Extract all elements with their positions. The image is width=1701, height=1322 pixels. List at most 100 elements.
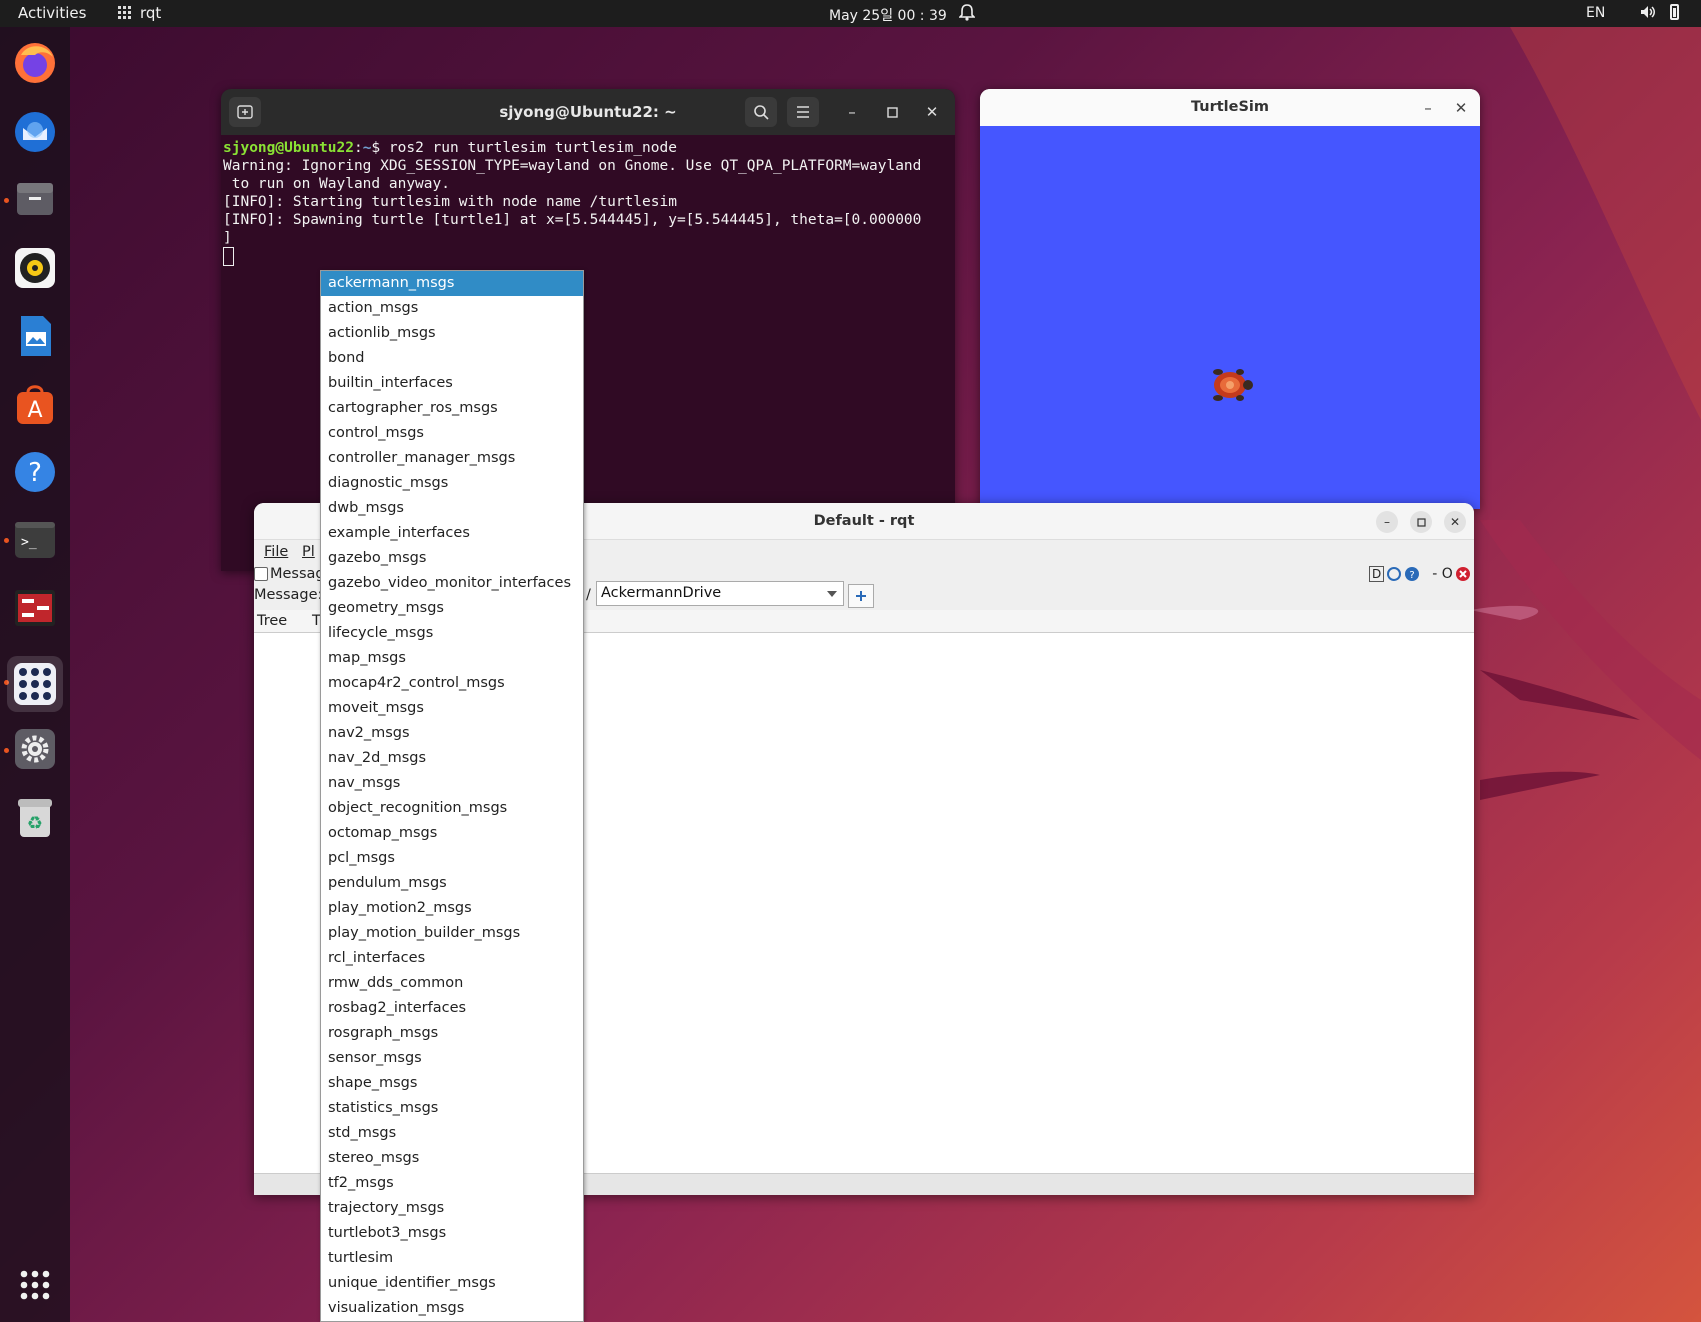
dropdown-option[interactable]: rcl_interfaces: [321, 946, 583, 971]
trash-icon[interactable]: ♻: [12, 794, 58, 840]
dropdown-option[interactable]: ackermann_msgs: [321, 271, 583, 296]
dropdown-option[interactable]: statistics_msgs: [321, 1096, 583, 1121]
dropdown-option[interactable]: diagnostic_msgs: [321, 471, 583, 496]
dropdown-option[interactable]: control_msgs: [321, 421, 583, 446]
bell-icon[interactable]: [958, 3, 976, 25]
writer-icon[interactable]: [12, 313, 58, 359]
dropdown-option[interactable]: nav2_msgs: [321, 721, 583, 746]
volume-icon[interactable]: [1639, 3, 1657, 25]
app-center-icon[interactable]: A: [12, 381, 58, 427]
dropdown-option[interactable]: action_msgs: [321, 296, 583, 321]
dropdown-option[interactable]: sensor_msgs: [321, 1046, 583, 1071]
corner-icons: D ? - O: [1369, 566, 1471, 582]
app-menu[interactable]: rqt: [118, 4, 161, 22]
maximize-button[interactable]: [881, 101, 903, 123]
dropdown-option[interactable]: stereo_msgs: [321, 1146, 583, 1171]
dropdown-option[interactable]: turtlesim: [321, 1246, 583, 1271]
files-icon[interactable]: [12, 176, 58, 222]
message-label: Message:: [254, 587, 323, 603]
battery-icon[interactable]: [1670, 4, 1679, 20]
clock[interactable]: May 25일 00 : 39: [829, 5, 947, 25]
dropdown-option[interactable]: play_motion2_msgs: [321, 896, 583, 921]
dock-mode-icon[interactable]: D: [1369, 566, 1385, 582]
minimize-button[interactable]: –: [1376, 511, 1398, 533]
svg-text:♻: ♻: [27, 813, 43, 834]
corner-dash[interactable]: - O: [1432, 566, 1453, 582]
dropdown-option[interactable]: cartographer_ros_msgs: [321, 396, 583, 421]
firefox-icon[interactable]: [12, 40, 58, 86]
dropdown-option[interactable]: std_msgs: [321, 1121, 583, 1146]
search-button[interactable]: [745, 97, 777, 127]
dropdown-option[interactable]: nav_2d_msgs: [321, 746, 583, 771]
rqt-icon[interactable]: [12, 585, 58, 631]
close-button[interactable]: ✕: [921, 101, 943, 123]
dropdown-option[interactable]: nav_msgs: [321, 771, 583, 796]
help-icon[interactable]: ?: [1404, 566, 1420, 582]
dropdown-option[interactable]: rosbag2_interfaces: [321, 996, 583, 1021]
dropdown-option[interactable]: trajectory_msgs: [321, 1196, 583, 1221]
dropdown-option[interactable]: map_msgs: [321, 646, 583, 671]
dropdown-option[interactable]: pcl_msgs: [321, 846, 583, 871]
close-plugin-icon[interactable]: [1455, 566, 1471, 582]
maximize-button[interactable]: [1410, 511, 1432, 533]
menu-file[interactable]: File: [264, 544, 288, 560]
chevron-down-icon: [827, 591, 837, 597]
output-line: [INFO]: Starting turtlesim with node nam…: [223, 194, 677, 210]
dropdown-option[interactable]: turtlebot3_msgs: [321, 1221, 583, 1246]
dropdown-option[interactable]: shape_msgs: [321, 1071, 583, 1096]
app-grid-icon[interactable]: [12, 1262, 58, 1308]
help-icon[interactable]: ?: [12, 449, 58, 495]
column-tree[interactable]: Tree: [257, 613, 287, 629]
plugin-tab-label: Messag: [270, 566, 325, 582]
dropdown-option[interactable]: dwb_msgs: [321, 496, 583, 521]
message-type-value: AckermannDrive: [601, 585, 722, 601]
terminal-icon[interactable]: >_: [12, 517, 58, 563]
terminal-output[interactable]: sjyong@Ubuntu22:~$ ros2 run turtlesim tu…: [221, 135, 955, 270]
dropdown-option[interactable]: moveit_msgs: [321, 696, 583, 721]
maximize-icon: [886, 106, 898, 118]
text-cursor: [223, 247, 234, 266]
dropdown-option[interactable]: gazebo_video_monitor_interfaces: [321, 571, 583, 596]
refresh-icon[interactable]: [1386, 566, 1402, 582]
dropdown-option[interactable]: rosgraph_msgs: [321, 1021, 583, 1046]
dropdown-option[interactable]: bond: [321, 346, 583, 371]
close-button[interactable]: ✕: [1450, 97, 1472, 119]
message-type-combo[interactable]: AckermannDrive: [596, 581, 844, 606]
dropdown-option[interactable]: controller_manager_msgs: [321, 446, 583, 471]
package-separator: /: [586, 587, 591, 603]
language-indicator[interactable]: EN: [1586, 5, 1605, 21]
dropdown-option[interactable]: actionlib_msgs: [321, 321, 583, 346]
dropdown-option[interactable]: play_motion_builder_msgs: [321, 921, 583, 946]
dropdown-option[interactable]: geometry_msgs: [321, 596, 583, 621]
dropdown-option[interactable]: tf2_msgs: [321, 1171, 583, 1196]
dropdown-option[interactable]: lifecycle_msgs: [321, 621, 583, 646]
activities-button[interactable]: Activities: [18, 4, 86, 22]
thunderbird-icon[interactable]: [12, 109, 58, 155]
show-apps-icon[interactable]: [7, 656, 63, 712]
dropdown-option[interactable]: mocap4r2_control_msgs: [321, 671, 583, 696]
package-dropdown-list[interactable]: ackermann_msgs action_msgs actionlib_msgs b…: [320, 270, 584, 1322]
menu-plugins[interactable]: Pl: [302, 544, 315, 560]
minimize-button[interactable]: –: [841, 101, 863, 123]
dropdown-option[interactable]: unique_identifier_msgs: [321, 1271, 583, 1296]
dropdown-option[interactable]: visualization_msgs: [321, 1296, 583, 1321]
svg-text:>_: >_: [21, 535, 37, 550]
plugin-tab[interactable]: Messag: [254, 566, 325, 582]
settings-icon[interactable]: [12, 726, 58, 772]
dropdown-option[interactable]: builtin_interfaces: [321, 371, 583, 396]
dropdown-option[interactable]: pendulum_msgs: [321, 871, 583, 896]
add-message-button[interactable]: [848, 584, 874, 608]
dropdown-option[interactable]: object_recognition_msgs: [321, 796, 583, 821]
dropdown-option[interactable]: octomap_msgs: [321, 821, 583, 846]
menu-button[interactable]: [787, 97, 819, 127]
rhythmbox-icon[interactable]: [12, 245, 58, 291]
close-button[interactable]: ✕: [1444, 511, 1466, 533]
minimize-button[interactable]: –: [1417, 97, 1439, 119]
turtlesim-window[interactable]: TurtleSim – ✕: [980, 89, 1480, 509]
dropdown-option[interactable]: example_interfaces: [321, 521, 583, 546]
dropdown-option[interactable]: gazebo_msgs: [321, 546, 583, 571]
dropdown-option[interactable]: rmw_dds_common: [321, 971, 583, 996]
plus-icon: [856, 591, 866, 601]
svg-text:A: A: [27, 398, 42, 423]
command-text: $ ros2 run turtlesim turtlesim_node: [371, 140, 677, 156]
